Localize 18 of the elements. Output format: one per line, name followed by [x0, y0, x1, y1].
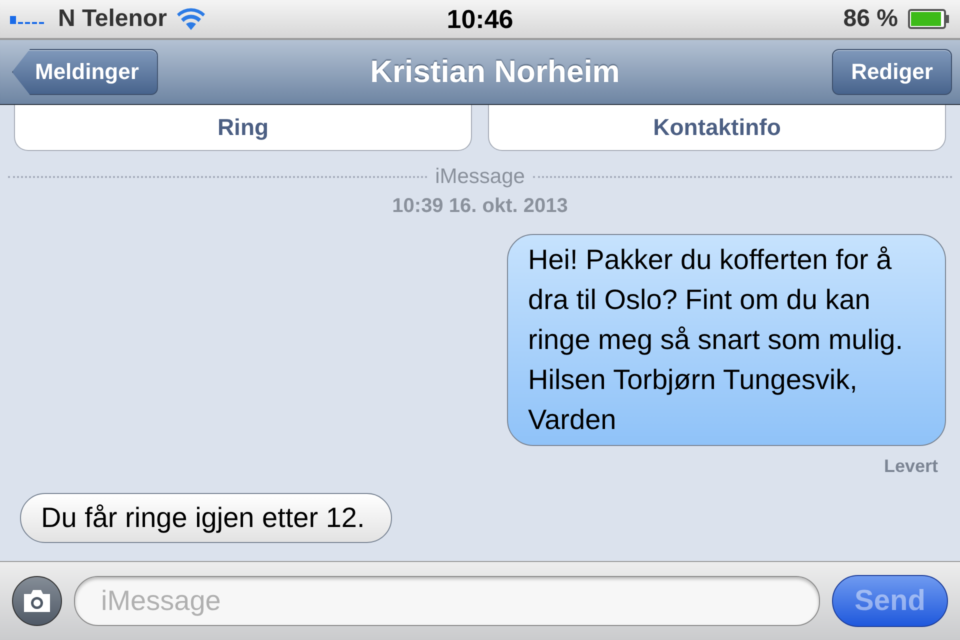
- battery-icon: [908, 9, 950, 29]
- camera-button[interactable]: [12, 576, 62, 626]
- edit-button[interactable]: Rediger: [832, 49, 952, 95]
- back-button[interactable]: Meldinger: [12, 49, 158, 95]
- clock: 10:46: [446, 4, 514, 34]
- carrier-name: N Telenor: [58, 5, 167, 33]
- wifi-icon: [176, 8, 205, 30]
- timestamp: 10:39 16. okt. 2013: [392, 195, 568, 218]
- battery-percent: 86 %: [843, 5, 898, 33]
- contact-action-button[interactable]: Ring: [14, 105, 472, 151]
- received-message-bubble: Du får ringe igjen etter 12.: [20, 493, 392, 543]
- service-label: iMessage: [435, 165, 525, 189]
- delivery-status: Levert: [884, 456, 938, 477]
- sent-message-bubble: Hei! Pakker du kofferten for å dra til Oslo? Fint om du kan ringe meg så snart som mulig. Hilsen Torbjørn Tungesvik, Varden: [507, 234, 946, 446]
- contact-name: Kristian Norheim: [370, 54, 620, 90]
- message-input-field[interactable]: iMessage: [74, 576, 820, 626]
- camera-icon: [22, 589, 52, 613]
- contact-action-button[interactable]: Kontaktinfo: [488, 105, 946, 151]
